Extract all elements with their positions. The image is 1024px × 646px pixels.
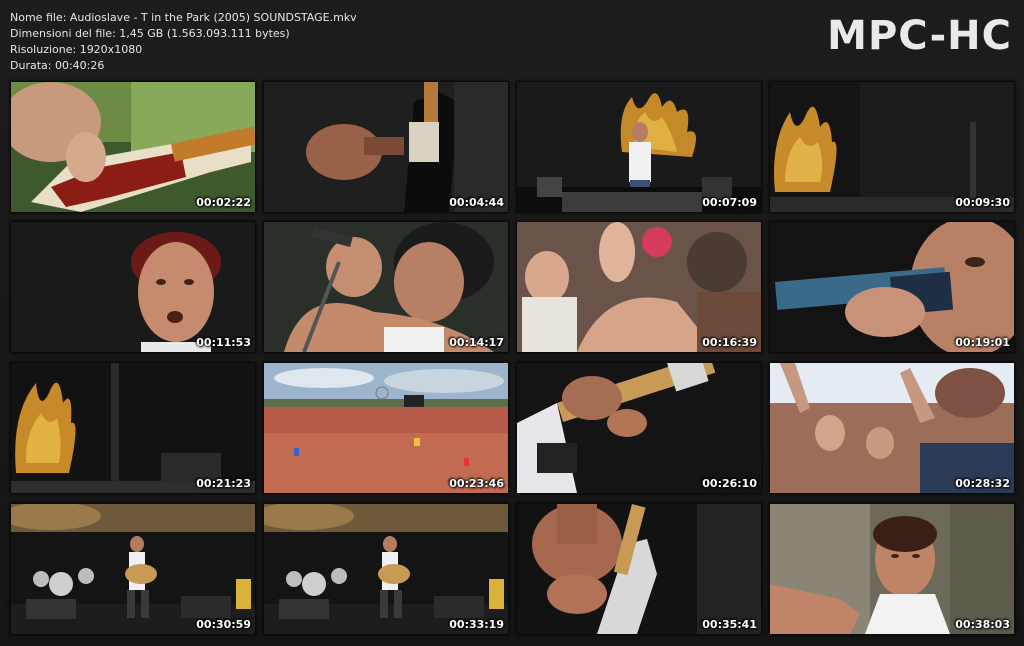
thumbnail-frame[interactable]: 00:35:41	[516, 503, 762, 635]
thumbnail-frame[interactable]: 00:11:53	[10, 221, 256, 353]
thumbnail-frame[interactable]: 00:28:32	[769, 362, 1015, 494]
timestamp-label: 00:04:44	[449, 196, 504, 209]
thumbnail-frame[interactable]: 00:14:17	[263, 221, 509, 353]
mpc-hc-logo: MPC-HC	[827, 13, 1012, 59]
video-frame-singer-arm	[770, 504, 1014, 634]
timestamp-label: 00:16:39	[702, 336, 757, 349]
timestamp-label: 00:07:09	[702, 196, 757, 209]
file-resolution: Risoluzione: 1920x1080	[10, 43, 143, 56]
video-frame-singer-face	[11, 222, 255, 352]
thumbnail-frame[interactable]: 00:38:03	[769, 503, 1015, 635]
file-size: Dimensioni del file: 1,45 GB (1.563.093.…	[10, 27, 290, 40]
video-frame-mic-closeup	[770, 222, 1014, 352]
video-frame-bass-closeup	[11, 82, 255, 212]
timestamp-label: 00:14:17	[449, 336, 504, 349]
file-duration: Durata: 00:40:26	[10, 59, 105, 72]
thumbnail-frame[interactable]: 00:16:39	[516, 221, 762, 353]
timestamp-label: 00:02:22	[196, 196, 251, 209]
video-frame-guitarist-stage	[264, 504, 508, 634]
file-name: Nome file: Audioslave - T in the Park (2…	[10, 11, 357, 24]
thumbnail-frame[interactable]: 00:23:46	[263, 362, 509, 494]
video-frame-stage-flame	[517, 82, 761, 212]
timestamp-label: 00:19:01	[955, 336, 1010, 349]
thumbnail-frame[interactable]: 00:19:01	[769, 221, 1015, 353]
timestamp-label: 00:11:53	[196, 336, 251, 349]
thumbnail-frame[interactable]: 00:09:30	[769, 81, 1015, 213]
timestamp-label: 00:28:32	[955, 477, 1010, 490]
timestamp-label: 00:21:23	[196, 477, 251, 490]
thumbnail-frame[interactable]: 00:02:22	[10, 81, 256, 213]
timestamp-label: 00:30:59	[196, 618, 251, 631]
timestamp-label: 00:09:30	[955, 196, 1010, 209]
thumbnail-frame[interactable]: 00:07:09	[516, 81, 762, 213]
thumbnail-frame[interactable]: 00:21:23	[10, 362, 256, 494]
video-frame-festival-crowd	[264, 363, 508, 493]
video-frame-singer-mic	[264, 222, 508, 352]
video-frame-flame-stage	[11, 363, 255, 493]
timestamp-label: 00:33:19	[449, 618, 504, 631]
timestamp-label: 00:38:03	[955, 618, 1010, 631]
timestamp-label: 00:35:41	[702, 618, 757, 631]
timestamp-label: 00:26:10	[702, 477, 757, 490]
thumbnail-frame[interactable]: 00:26:10	[516, 362, 762, 494]
video-frame-crowd-hands	[770, 363, 1014, 493]
thumbnail-sheet: Nome file: Audioslave - T in the Park (2…	[0, 0, 1024, 646]
thumbnail-frame[interactable]: 00:30:59	[10, 503, 256, 635]
video-frame-guitar-strum	[517, 504, 761, 634]
file-info: Nome file: Audioslave - T in the Park (2…	[10, 10, 357, 74]
thumbnail-frame[interactable]: 00:04:44	[263, 81, 509, 213]
video-frame-crowd-clap	[517, 222, 761, 352]
timestamp-label: 00:23:46	[449, 477, 504, 490]
video-frame-flame-logo	[770, 82, 1014, 212]
video-frame-guitar-hand	[264, 82, 508, 212]
thumbnail-frame[interactable]: 00:33:19	[263, 503, 509, 635]
video-frame-guitarist-stage	[11, 504, 255, 634]
video-frame-bass-fretboard	[517, 363, 761, 493]
